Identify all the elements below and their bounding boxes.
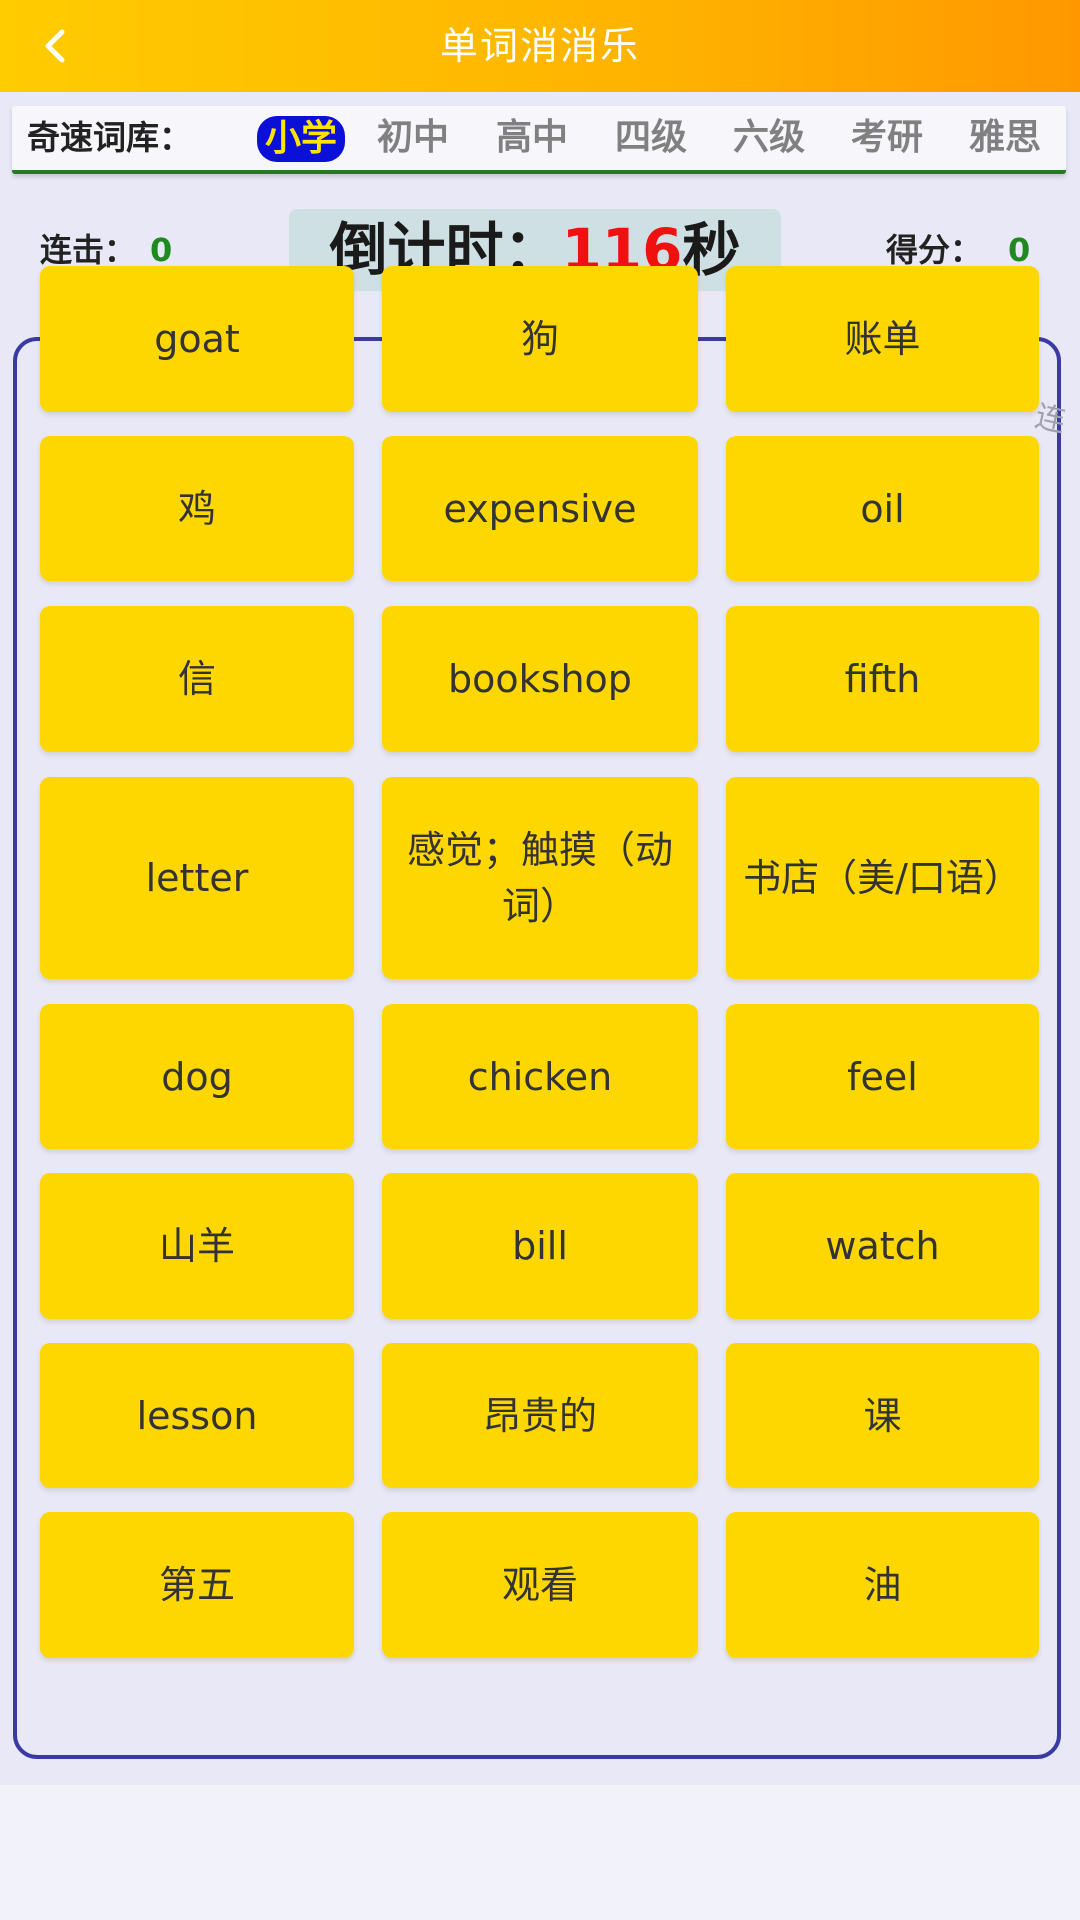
word-card[interactable]: 鸡 <box>40 436 354 581</box>
score-value: 0 <box>1008 231 1031 269</box>
tab-cet4[interactable]: 四级 <box>615 106 687 170</box>
combo-label: 连击： <box>40 231 137 269</box>
word-card[interactable]: 第五 <box>40 1512 354 1658</box>
word-card[interactable]: 狗 <box>382 266 698 412</box>
word-card[interactable]: goat <box>40 266 354 412</box>
word-card[interactable]: fifth <box>726 606 1039 752</box>
word-card[interactable]: expensive <box>382 436 698 581</box>
word-card[interactable]: feel <box>726 1004 1039 1149</box>
word-card[interactable]: letter <box>40 777 354 979</box>
word-card[interactable]: bill <box>382 1173 698 1319</box>
word-card[interactable]: oil <box>726 436 1039 581</box>
word-card[interactable]: watch <box>726 1173 1039 1319</box>
app-header: 单词消消乐 <box>0 0 1080 92</box>
word-card[interactable]: lesson <box>40 1343 354 1488</box>
word-card[interactable]: 账单 <box>726 266 1039 412</box>
word-card[interactable]: 昂贵的 <box>382 1343 698 1488</box>
word-card[interactable]: 书店（美/口语） <box>726 777 1039 979</box>
tab-primary[interactable]: 小学 <box>257 116 346 162</box>
word-bank-selector: 奇速词库： 小学 初中 高中 四级 六级 考研 雅思 <box>12 106 1066 174</box>
word-card[interactable]: dog <box>40 1004 354 1149</box>
word-card[interactable]: 感觉；触摸（动词） <box>382 777 698 979</box>
word-card[interactable]: 油 <box>726 1512 1039 1658</box>
word-card[interactable]: 课 <box>726 1343 1039 1488</box>
score-label: 得分： <box>886 231 983 269</box>
tab-postgraduate[interactable]: 考研 <box>851 106 923 170</box>
word-card[interactable]: chicken <box>382 1004 698 1149</box>
game-area: 奇速词库： 小学 初中 高中 四级 六级 考研 雅思 连击： 0 倒计时：116秒… <box>0 92 1080 1785</box>
word-card[interactable]: 信 <box>40 606 354 752</box>
tab-cet6[interactable]: 六级 <box>733 106 805 170</box>
tab-junior-high[interactable]: 初中 <box>377 106 449 170</box>
tab-ielts[interactable]: 雅思 <box>969 106 1041 170</box>
combo-value: 0 <box>150 231 173 269</box>
word-card[interactable]: 山羊 <box>40 1173 354 1319</box>
bottom-blank-area <box>0 1785 1080 1920</box>
word-card[interactable]: bookshop <box>382 606 698 752</box>
page-title: 单词消消乐 <box>439 24 640 68</box>
word-bank-label: 奇速词库： <box>27 118 192 157</box>
tab-senior-high[interactable]: 高中 <box>496 106 568 170</box>
word-card[interactable]: 观看 <box>382 1512 698 1658</box>
